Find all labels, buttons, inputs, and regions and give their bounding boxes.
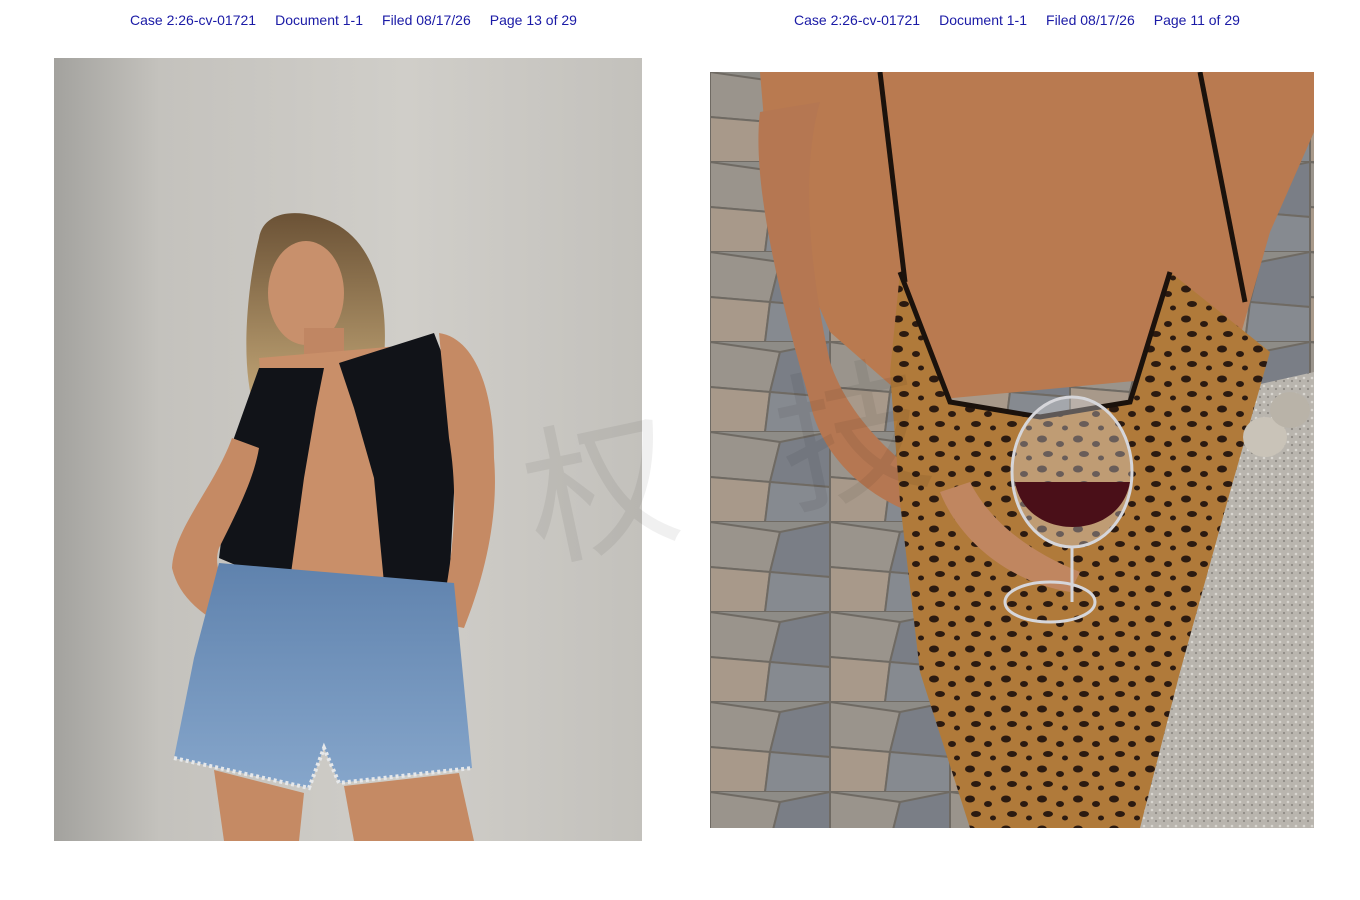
document-number: Document 1-1 xyxy=(275,12,364,28)
page-number: Page 11 of 29 xyxy=(1153,12,1240,28)
left-exhibit-photo xyxy=(54,58,642,841)
case-number: Case 2:26-cv-01721 xyxy=(130,12,257,28)
case-number: Case 2:26-cv-01721 xyxy=(794,12,921,28)
page-number: Page 13 of 29 xyxy=(489,12,577,28)
left-filing-header: Case 2:26-cv-01721 Document 1-1 Filed 08… xyxy=(130,12,577,28)
exhibit-page: Case 2:26-cv-01721 Document 1-1 Filed 08… xyxy=(0,0,1360,900)
filed-date: Filed 08/17/26 xyxy=(1046,12,1135,28)
filed-date: Filed 08/17/26 xyxy=(382,12,471,28)
right-filing-header: Case 2:26-cv-01721 Document 1-1 Filed 08… xyxy=(794,12,1240,28)
right-exhibit-photo xyxy=(710,72,1314,828)
right-photo-illustration xyxy=(710,72,1314,828)
document-number: Document 1-1 xyxy=(939,12,1028,28)
left-photo-illustration xyxy=(54,58,642,841)
